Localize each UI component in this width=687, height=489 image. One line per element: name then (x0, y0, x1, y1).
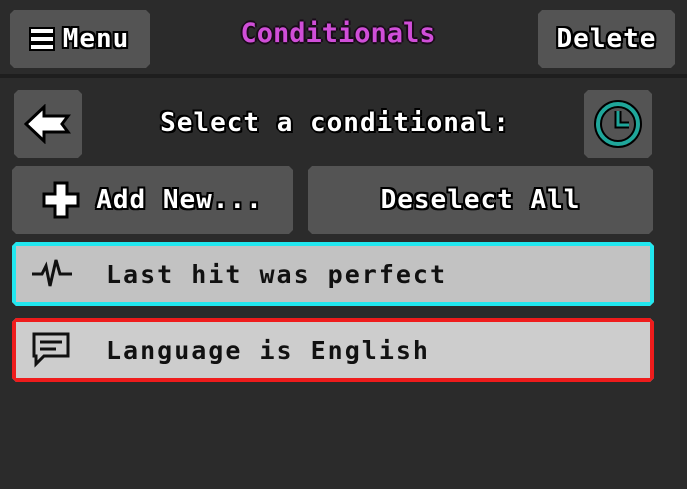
menu-button[interactable]: Menu (10, 10, 150, 68)
conditional-item-perfect-hit[interactable]: Last hit was perfect (12, 242, 654, 306)
clock-icon (593, 99, 643, 149)
back-arrow-icon (24, 104, 72, 144)
hamburger-icon (31, 29, 53, 49)
delete-button[interactable]: Delete (538, 10, 675, 68)
deselect-all-button[interactable]: Deselect All (308, 166, 653, 234)
add-new-label: Add New... (96, 185, 263, 215)
page-title: Conditionals (240, 18, 436, 49)
clock-button[interactable] (584, 90, 652, 158)
add-new-button[interactable]: Add New... (12, 166, 293, 234)
plus-icon (42, 181, 80, 219)
conditional-label: Last hit was perfect (106, 259, 448, 289)
conditional-item-language-english[interactable]: Language is English (12, 318, 654, 382)
select-prompt: Select a conditional: (160, 108, 510, 138)
back-button[interactable] (14, 90, 82, 158)
menu-label: Menu (62, 24, 130, 54)
conditional-label: Language is English (106, 335, 430, 365)
pulse-icon (22, 250, 82, 298)
speech-bubble-icon (22, 326, 82, 374)
